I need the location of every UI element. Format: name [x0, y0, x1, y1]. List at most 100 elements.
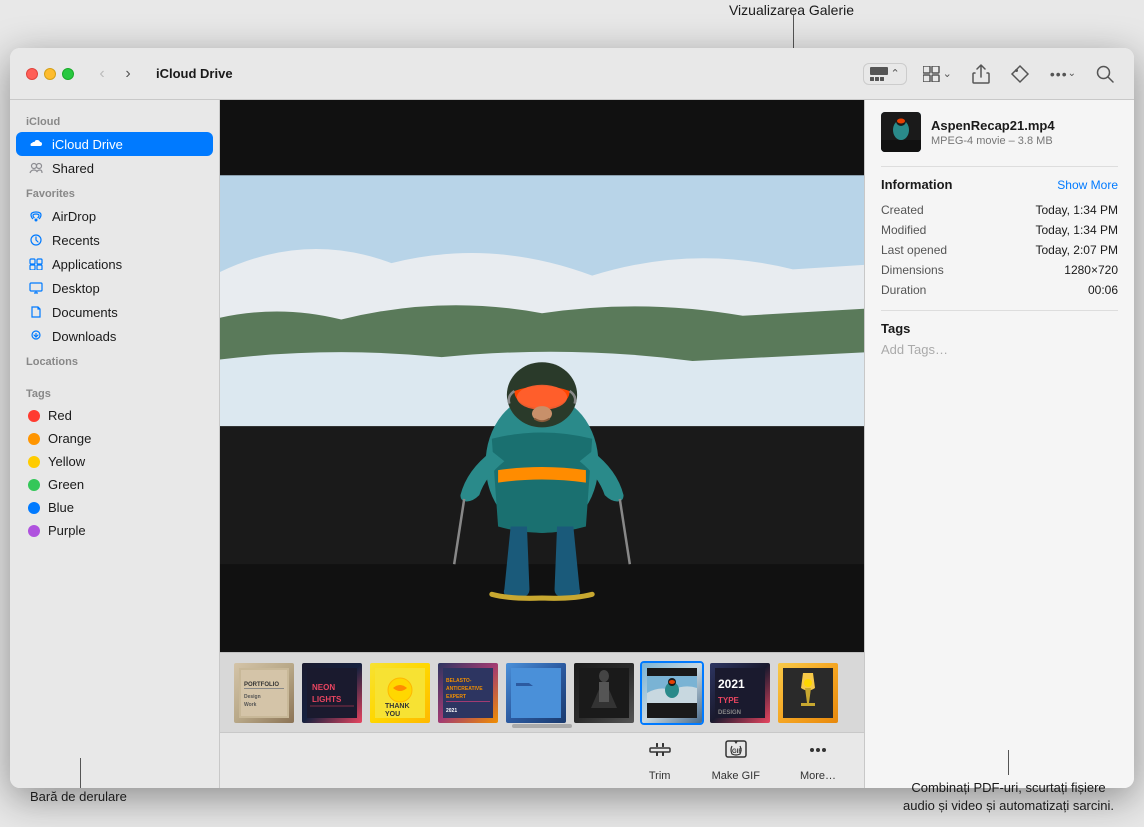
group-button[interactable]: ⌄	[919, 62, 956, 86]
sidebar-item-label-applications: Applications	[52, 257, 122, 272]
thumbnail-6[interactable]	[572, 661, 636, 725]
more-button[interactable]: ••• ⌄	[1046, 62, 1080, 86]
sidebar-item-label-recents: Recents	[52, 233, 100, 248]
main-preview[interactable]	[220, 100, 864, 652]
icloud-drive-icon	[28, 136, 44, 152]
modified-label: Modified	[881, 223, 926, 237]
forward-button[interactable]: ›	[116, 62, 140, 86]
inspector-panel: AspenRecap21.mp4 MPEG-4 movie – 3.8 MB I…	[864, 100, 1134, 788]
sidebar-section-tags: Tags	[10, 380, 219, 404]
info-row-modified: Modified Today, 1:34 PM	[881, 220, 1118, 240]
green-tag-dot	[28, 479, 40, 491]
content-area: iCloud iCloud Drive	[10, 100, 1134, 788]
tag-button[interactable]	[1006, 60, 1034, 88]
sidebar-item-icloud-drive[interactable]: iCloud Drive	[16, 132, 213, 156]
main-content: PORTFOLIO Design Work	[220, 100, 864, 788]
svg-text:Design: Design	[244, 694, 261, 700]
svg-text:LIGHTS: LIGHTS	[312, 695, 342, 704]
sidebar-item-blue[interactable]: Blue	[16, 496, 213, 519]
info-row-last-opened: Last opened Today, 2:07 PM	[881, 240, 1118, 260]
thumbnail-scrollbar[interactable]	[512, 724, 572, 728]
sidebar-item-red[interactable]: Red	[16, 404, 213, 427]
recents-icon	[28, 232, 44, 248]
sidebar-item-yellow[interactable]: Yellow	[16, 450, 213, 473]
file-info: AspenRecap21.mp4 MPEG-4 movie – 3.8 MB	[931, 118, 1055, 147]
back-button[interactable]: ‹	[90, 62, 114, 86]
gallery-area: PORTFOLIO Design Work	[220, 100, 864, 732]
traffic-lights	[26, 68, 74, 80]
svg-text:YOU: YOU	[385, 711, 400, 718]
info-row-duration: Duration 00:06	[881, 280, 1118, 300]
sidebar-item-green[interactable]: Green	[16, 473, 213, 496]
svg-text:PORTFOLIO: PORTFOLIO	[244, 682, 279, 688]
sidebar-section-icloud: iCloud	[10, 108, 219, 132]
sidebar-item-label-yellow: Yellow	[48, 454, 85, 469]
red-tag-dot	[28, 410, 40, 422]
actions-annotation: Combinați PDF-uri, scurtați fișiere audi…	[903, 750, 1114, 815]
minimize-button[interactable]	[44, 68, 56, 80]
sidebar-item-recents[interactable]: Recents	[16, 228, 213, 252]
file-name: AspenRecap21.mp4	[931, 118, 1055, 133]
duration-value: 00:06	[1088, 283, 1118, 297]
window-title: iCloud Drive	[156, 66, 233, 81]
sidebar-item-label-shared: Shared	[52, 161, 94, 176]
last-opened-label: Last opened	[881, 243, 947, 257]
search-icon	[1096, 65, 1114, 83]
svg-text:BELASTO-: BELASTO-	[446, 678, 472, 684]
sidebar-item-label-icloud-drive: iCloud Drive	[52, 137, 123, 152]
orange-tag-dot	[28, 433, 40, 445]
documents-icon	[28, 304, 44, 320]
thumbnail-2[interactable]: NEON LIGHTS	[300, 661, 364, 725]
sidebar: iCloud iCloud Drive	[10, 100, 220, 788]
dimensions-label: Dimensions	[881, 263, 944, 277]
yellow-tag-dot	[28, 456, 40, 468]
sidebar-item-label-downloads: Downloads	[52, 329, 116, 344]
search-button[interactable]	[1092, 61, 1118, 87]
close-button[interactable]	[26, 68, 38, 80]
blue-tag-dot	[28, 502, 40, 514]
sidebar-item-shared[interactable]: Shared	[16, 156, 213, 180]
sidebar-item-purple[interactable]: Purple	[16, 519, 213, 542]
share-button[interactable]	[968, 60, 994, 88]
sidebar-item-desktop[interactable]: Desktop	[16, 276, 213, 300]
thumbnail-strip: PORTFOLIO Design Work	[220, 652, 864, 732]
divider-1	[881, 166, 1118, 167]
sidebar-item-airdrop[interactable]: AirDrop	[16, 204, 213, 228]
thumbnail-3[interactable]: THANK YOU	[368, 661, 432, 725]
preview-image	[220, 100, 864, 652]
shared-icon	[28, 160, 44, 176]
sidebar-item-label-green: Green	[48, 477, 84, 492]
thumbnail-7[interactable]	[640, 661, 704, 725]
svg-text:DESIGN: DESIGN	[718, 710, 741, 716]
bottom-annotations: Bară de derulare Combinați PDF-uri, scur…	[0, 737, 1144, 827]
svg-text:NEON: NEON	[312, 683, 335, 692]
toolbar: ‹ › iCloud Drive ⌃	[10, 48, 1134, 100]
finder-window: ‹ › iCloud Drive ⌃	[10, 48, 1134, 788]
created-value: Today, 1:34 PM	[1036, 203, 1119, 217]
sidebar-item-applications[interactable]: Applications	[16, 252, 213, 276]
sidebar-item-documents[interactable]: Documents	[16, 300, 213, 324]
sidebar-item-label-airdrop: AirDrop	[52, 209, 96, 224]
thumbnail-8[interactable]: 2021 TYPE DESIGN	[708, 661, 772, 725]
thumbnail-1[interactable]: PORTFOLIO Design Work	[232, 661, 296, 725]
svg-text:2021: 2021	[718, 677, 745, 691]
thumbnail-4[interactable]: BELASTO- ANTICREATIVE EXPERT 2021	[436, 661, 500, 725]
nav-buttons: ‹ ›	[90, 62, 140, 86]
thumbnail-9[interactable]	[776, 661, 840, 725]
maximize-button[interactable]	[62, 68, 74, 80]
show-more-button[interactable]: Show More	[1057, 178, 1118, 192]
scrollbar-annotation-text: Bară de derulare	[30, 789, 127, 804]
svg-text:ANTICREATIVE: ANTICREATIVE	[446, 686, 483, 692]
group-icon	[923, 66, 941, 82]
thumbnail-5[interactable]	[504, 661, 568, 725]
add-tags-field[interactable]: Add Tags…	[881, 342, 1118, 357]
purple-tag-dot	[28, 525, 40, 537]
toolbar-actions: ⌃ ⌄	[863, 60, 1118, 88]
sidebar-item-orange[interactable]: Orange	[16, 427, 213, 450]
divider-2	[881, 310, 1118, 311]
view-gallery-button[interactable]: ⌃	[863, 63, 906, 85]
svg-text:THANK: THANK	[385, 703, 410, 710]
sidebar-item-downloads[interactable]: Downloads	[16, 324, 213, 348]
information-section-header: Information Show More	[881, 177, 1118, 192]
svg-text:EXPERT: EXPERT	[446, 694, 466, 700]
